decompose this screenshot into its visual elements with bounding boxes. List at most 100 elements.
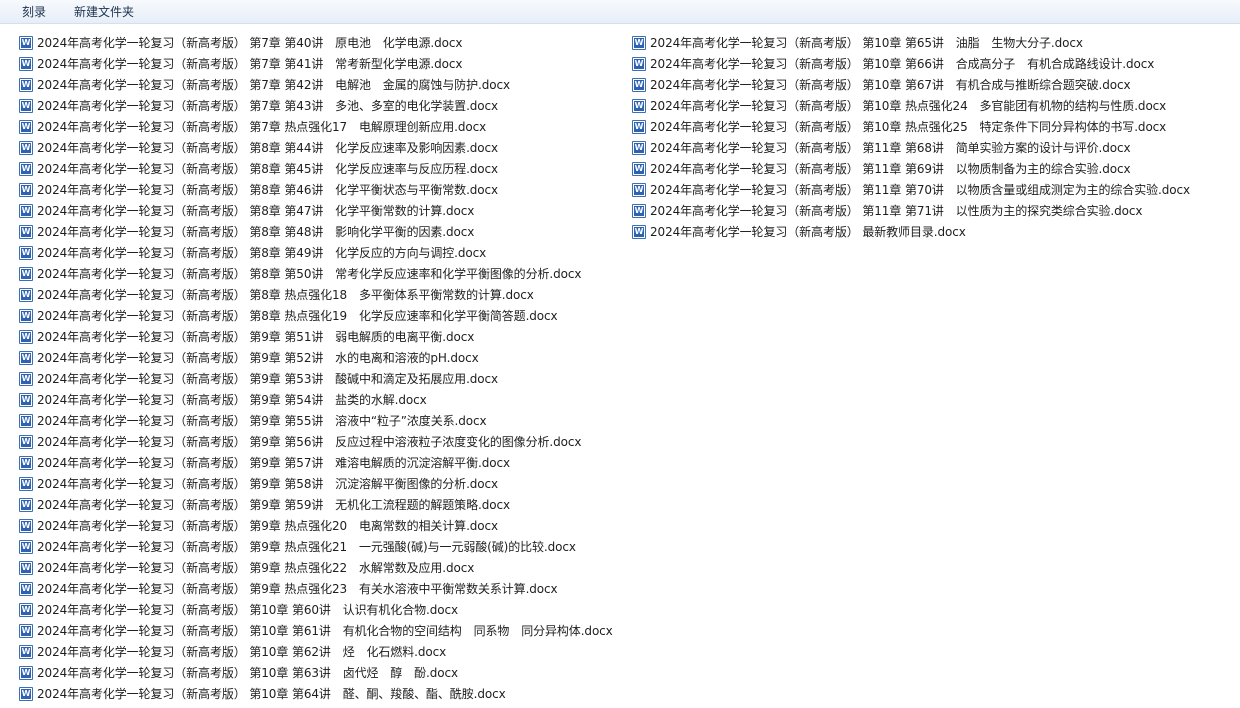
file-item[interactable]: 2024年高考化学一轮复习（新高考版） 第7章 第42讲 电解池 金属的腐蚀与防… <box>19 74 613 95</box>
word-document-icon <box>19 581 33 596</box>
word-document-icon <box>19 350 33 365</box>
word-document-icon <box>632 140 646 155</box>
word-document-icon <box>19 308 33 323</box>
word-document-icon <box>19 287 33 302</box>
file-name-label: 2024年高考化学一轮复习（新高考版） 第8章 热点强化18 多平衡体系平衡常数… <box>37 288 534 302</box>
word-document-icon <box>19 392 33 407</box>
file-list-column-right: 2024年高考化学一轮复习（新高考版） 第10章 第65讲 油脂 生物大分子.d… <box>632 32 1190 242</box>
file-item[interactable]: 2024年高考化学一轮复习（新高考版） 第11章 第71讲 以性质为主的探究类综… <box>632 200 1190 221</box>
file-name-label: 2024年高考化学一轮复习（新高考版） 第7章 第41讲 常考新型化学电源.do… <box>37 57 463 71</box>
file-item[interactable]: 2024年高考化学一轮复习（新高考版） 第8章 热点强化18 多平衡体系平衡常数… <box>19 284 613 305</box>
file-item[interactable]: 2024年高考化学一轮复习（新高考版） 第9章 第52讲 水的电离和溶液的pH.… <box>19 347 613 368</box>
file-name-label: 2024年高考化学一轮复习（新高考版） 第8章 第47讲 化学平衡常数的计算.d… <box>37 204 475 218</box>
file-item[interactable]: 2024年高考化学一轮复习（新高考版） 第8章 第49讲 化学反应的方向与调控.… <box>19 242 613 263</box>
new-folder-button[interactable]: 新建文件夹 <box>70 3 138 21</box>
file-name-label: 2024年高考化学一轮复习（新高考版） 第7章 热点强化17 电解原理创新应用.… <box>37 120 487 134</box>
file-name-label: 2024年高考化学一轮复习（新高考版） 第9章 第56讲 反应过程中溶液粒子浓度… <box>37 435 582 449</box>
file-name-label: 2024年高考化学一轮复习（新高考版） 第10章 热点强化24 多官能团有机物的… <box>650 99 1167 113</box>
file-item[interactable]: 2024年高考化学一轮复习（新高考版） 最新教师目录.docx <box>632 221 1190 242</box>
file-list-view: 2024年高考化学一轮复习（新高考版） 第7章 第40讲 原电池 化学电源.do… <box>0 24 1240 708</box>
word-document-icon <box>632 224 646 239</box>
file-item[interactable]: 2024年高考化学一轮复习（新高考版） 第10章 第66讲 合成高分子 有机合成… <box>632 53 1190 74</box>
word-document-icon <box>19 560 33 575</box>
file-item[interactable]: 2024年高考化学一轮复习（新高考版） 第10章 第67讲 有机合成与推断综合题… <box>632 74 1190 95</box>
file-item[interactable]: 2024年高考化学一轮复习（新高考版） 第7章 热点强化17 电解原理创新应用.… <box>19 116 613 137</box>
file-item[interactable]: 2024年高考化学一轮复习（新高考版） 第10章 第63讲 卤代烃 醇 酚.do… <box>19 662 613 683</box>
word-document-icon <box>19 518 33 533</box>
file-name-label: 2024年高考化学一轮复习（新高考版） 第9章 第52讲 水的电离和溶液的pH.… <box>37 351 479 365</box>
word-document-icon <box>632 56 646 71</box>
file-name-label: 2024年高考化学一轮复习（新高考版） 第9章 热点强化20 电离常数的相关计算… <box>37 519 499 533</box>
file-item[interactable]: 2024年高考化学一轮复习（新高考版） 第8章 第47讲 化学平衡常数的计算.d… <box>19 200 613 221</box>
file-name-label: 2024年高考化学一轮复习（新高考版） 第8章 热点强化19 化学反应速率和化学… <box>37 309 558 323</box>
file-item[interactable]: 2024年高考化学一轮复习（新高考版） 第11章 第68讲 简单实验方案的设计与… <box>632 137 1190 158</box>
word-document-icon <box>19 539 33 554</box>
file-name-label: 2024年高考化学一轮复习（新高考版） 第11章 第68讲 简单实验方案的设计与… <box>650 141 1131 155</box>
word-document-icon <box>632 161 646 176</box>
file-item[interactable]: 2024年高考化学一轮复习（新高考版） 第10章 热点强化24 多官能团有机物的… <box>632 95 1190 116</box>
word-document-icon <box>19 413 33 428</box>
file-item[interactable]: 2024年高考化学一轮复习（新高考版） 第8章 第50讲 常考化学反应速率和化学… <box>19 263 613 284</box>
file-name-label: 2024年高考化学一轮复习（新高考版） 第7章 第40讲 原电池 化学电源.do… <box>37 36 463 50</box>
file-item[interactable]: 2024年高考化学一轮复习（新高考版） 第9章 第54讲 盐类的水解.docx <box>19 389 613 410</box>
file-name-label: 2024年高考化学一轮复习（新高考版） 第7章 第42讲 电解池 金属的腐蚀与防… <box>37 78 510 92</box>
file-name-label: 2024年高考化学一轮复习（新高考版） 第8章 第49讲 化学反应的方向与调控.… <box>37 246 487 260</box>
file-item[interactable]: 2024年高考化学一轮复习（新高考版） 第7章 第43讲 多池、多室的电化学装置… <box>19 95 613 116</box>
word-document-icon <box>19 77 33 92</box>
file-item[interactable]: 2024年高考化学一轮复习（新高考版） 第9章 第57讲 难溶电解质的沉淀溶解平… <box>19 452 613 473</box>
file-name-label: 2024年高考化学一轮复习（新高考版） 第11章 第69讲 以物质制备为主的综合… <box>650 162 1131 176</box>
file-name-label: 2024年高考化学一轮复习（新高考版） 第9章 第58讲 沉淀溶解平衡图像的分析… <box>37 477 499 491</box>
word-document-icon <box>19 203 33 218</box>
word-document-icon <box>19 224 33 239</box>
file-name-label: 2024年高考化学一轮复习（新高考版） 第10章 第61讲 有机化合物的空间结构… <box>37 624 613 638</box>
file-item[interactable]: 2024年高考化学一轮复习（新高考版） 第9章 热点强化21 一元强酸(碱)与一… <box>19 536 613 557</box>
file-item[interactable]: 2024年高考化学一轮复习（新高考版） 第9章 第59讲 无机化工流程题的解题策… <box>19 494 613 515</box>
file-item[interactable]: 2024年高考化学一轮复习（新高考版） 第8章 第45讲 化学反应速率与反应历程… <box>19 158 613 179</box>
file-item[interactable]: 2024年高考化学一轮复习（新高考版） 第10章 第60讲 认识有机化合物.do… <box>19 599 613 620</box>
file-item[interactable]: 2024年高考化学一轮复习（新高考版） 第10章 第62讲 烃 化石燃料.doc… <box>19 641 613 662</box>
file-item[interactable]: 2024年高考化学一轮复习（新高考版） 第10章 热点强化25 特定条件下同分异… <box>632 116 1190 137</box>
file-item[interactable]: 2024年高考化学一轮复习（新高考版） 第11章 第70讲 以物质含量或组成测定… <box>632 179 1190 200</box>
word-document-icon <box>632 203 646 218</box>
file-name-label: 2024年高考化学一轮复习（新高考版） 第9章 第51讲 弱电解质的电离平衡.d… <box>37 330 475 344</box>
file-name-label: 2024年高考化学一轮复习（新高考版） 第8章 第45讲 化学反应速率与反应历程… <box>37 162 499 176</box>
burn-button[interactable]: 刻录 <box>18 3 50 21</box>
file-item[interactable]: 2024年高考化学一轮复习（新高考版） 第8章 第48讲 影响化学平衡的因素.d… <box>19 221 613 242</box>
file-name-label: 2024年高考化学一轮复习（新高考版） 最新教师目录.docx <box>650 225 966 239</box>
file-name-label: 2024年高考化学一轮复习（新高考版） 第10章 第62讲 烃 化石燃料.doc… <box>37 645 447 659</box>
word-document-icon <box>19 371 33 386</box>
file-item[interactable]: 2024年高考化学一轮复习（新高考版） 第8章 第46讲 化学平衡状态与平衡常数… <box>19 179 613 200</box>
file-item[interactable]: 2024年高考化学一轮复习（新高考版） 第8章 第44讲 化学反应速率及影响因素… <box>19 137 613 158</box>
word-document-icon <box>19 140 33 155</box>
file-item[interactable]: 2024年高考化学一轮复习（新高考版） 第7章 第40讲 原电池 化学电源.do… <box>19 32 613 53</box>
word-document-icon <box>19 686 33 701</box>
file-item[interactable]: 2024年高考化学一轮复习（新高考版） 第9章 第53讲 酸碱中和滴定及拓展应用… <box>19 368 613 389</box>
word-document-icon <box>19 602 33 617</box>
file-item[interactable]: 2024年高考化学一轮复习（新高考版） 第10章 第61讲 有机化合物的空间结构… <box>19 620 613 641</box>
word-document-icon <box>19 329 33 344</box>
file-name-label: 2024年高考化学一轮复习（新高考版） 第10章 第60讲 认识有机化合物.do… <box>37 603 458 617</box>
file-name-label: 2024年高考化学一轮复习（新高考版） 第11章 第70讲 以物质含量或组成测定… <box>650 183 1190 197</box>
file-item[interactable]: 2024年高考化学一轮复习（新高考版） 第9章 第58讲 沉淀溶解平衡图像的分析… <box>19 473 613 494</box>
word-document-icon <box>19 98 33 113</box>
file-item[interactable]: 2024年高考化学一轮复习（新高考版） 第10章 第64讲 醛、酮、羧酸、酯、酰… <box>19 683 613 704</box>
file-name-label: 2024年高考化学一轮复习（新高考版） 第8章 第44讲 化学反应速率及影响因素… <box>37 141 499 155</box>
file-name-label: 2024年高考化学一轮复习（新高考版） 第9章 第53讲 酸碱中和滴定及拓展应用… <box>37 372 499 386</box>
file-item[interactable]: 2024年高考化学一轮复习（新高考版） 第9章 热点强化22 水解常数及应用.d… <box>19 557 613 578</box>
file-item[interactable]: 2024年高考化学一轮复习（新高考版） 第10章 第65讲 油脂 生物大分子.d… <box>632 32 1190 53</box>
file-name-label: 2024年高考化学一轮复习（新高考版） 第9章 第57讲 难溶电解质的沉淀溶解平… <box>37 456 510 470</box>
file-item[interactable]: 2024年高考化学一轮复习（新高考版） 第7章 第41讲 常考新型化学电源.do… <box>19 53 613 74</box>
file-item[interactable]: 2024年高考化学一轮复习（新高考版） 第9章 热点强化23 有关水溶液中平衡常… <box>19 578 613 599</box>
file-item[interactable]: 2024年高考化学一轮复习（新高考版） 第9章 第56讲 反应过程中溶液粒子浓度… <box>19 431 613 452</box>
file-item[interactable]: 2024年高考化学一轮复习（新高考版） 第9章 热点强化20 电离常数的相关计算… <box>19 515 613 536</box>
file-item[interactable]: 2024年高考化学一轮复习（新高考版） 第8章 热点强化19 化学反应速率和化学… <box>19 305 613 326</box>
file-item[interactable]: 2024年高考化学一轮复习（新高考版） 第9章 第51讲 弱电解质的电离平衡.d… <box>19 326 613 347</box>
file-name-label: 2024年高考化学一轮复习（新高考版） 第11章 第71讲 以性质为主的探究类综… <box>650 204 1143 218</box>
word-document-icon <box>632 98 646 113</box>
file-name-label: 2024年高考化学一轮复习（新高考版） 第10章 第63讲 卤代烃 醇 酚.do… <box>37 666 458 680</box>
file-name-label: 2024年高考化学一轮复习（新高考版） 第10章 第64讲 醛、酮、羧酸、酯、酰… <box>37 687 506 701</box>
file-item[interactable]: 2024年高考化学一轮复习（新高考版） 第9章 第55讲 溶液中“粒子”浓度关系… <box>19 410 613 431</box>
file-name-label: 2024年高考化学一轮复习（新高考版） 第10章 第67讲 有机合成与推断综合题… <box>650 78 1131 92</box>
word-document-icon <box>19 245 33 260</box>
file-item[interactable]: 2024年高考化学一轮复习（新高考版） 第11章 第69讲 以物质制备为主的综合… <box>632 158 1190 179</box>
